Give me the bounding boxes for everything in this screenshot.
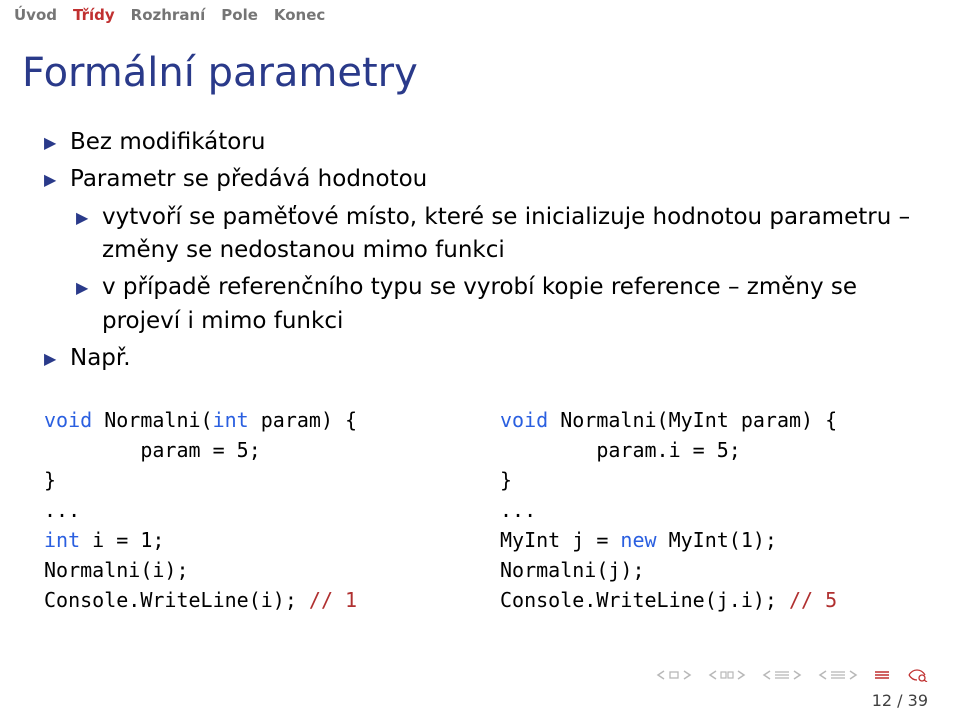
top-nav: Úvod Třídy Rozhraní Pole Konec bbox=[0, 0, 960, 28]
bullet-2: Parametr se předává hodnotou vytvoří se … bbox=[44, 163, 916, 338]
nav-goto-end-icon[interactable] bbox=[874, 669, 890, 681]
bullet-2a: vytvoří se paměťové místo, které se inic… bbox=[76, 201, 916, 268]
nav-prev-section-icon[interactable] bbox=[656, 670, 692, 680]
nav-prev-subsection-icon[interactable] bbox=[708, 670, 746, 680]
nav-prev-frame-icon[interactable] bbox=[762, 670, 802, 680]
bullet-2b: v případě referenčního typu se vyrobí ko… bbox=[76, 271, 916, 338]
content-area: Bez modifikátoru Parametr se předává hod… bbox=[0, 126, 960, 375]
nav-search-icon[interactable] bbox=[906, 668, 928, 682]
nav-item-pole[interactable]: Pole bbox=[221, 6, 258, 24]
page-title: Formální parametry bbox=[0, 28, 960, 126]
bullet-3: Např. bbox=[44, 342, 916, 375]
page-number: 12 / 39 bbox=[872, 691, 928, 710]
code-right: void Normalni(MyInt param) { param.i = 5… bbox=[500, 405, 916, 615]
code-columns: void Normalni(int param) { param = 5; } … bbox=[0, 379, 960, 615]
nav-item-rozhrani[interactable]: Rozhraní bbox=[131, 6, 206, 24]
nav-item-konec[interactable]: Konec bbox=[274, 6, 325, 24]
nav-item-uvod[interactable]: Úvod bbox=[14, 6, 57, 24]
beamer-nav-icons bbox=[656, 668, 928, 682]
nav-item-tridy[interactable]: Třídy bbox=[73, 6, 115, 24]
bullet-1: Bez modifikátoru bbox=[44, 126, 916, 159]
nav-back-forward-icon[interactable] bbox=[818, 670, 858, 680]
code-left: void Normalni(int param) { param = 5; } … bbox=[44, 405, 460, 615]
